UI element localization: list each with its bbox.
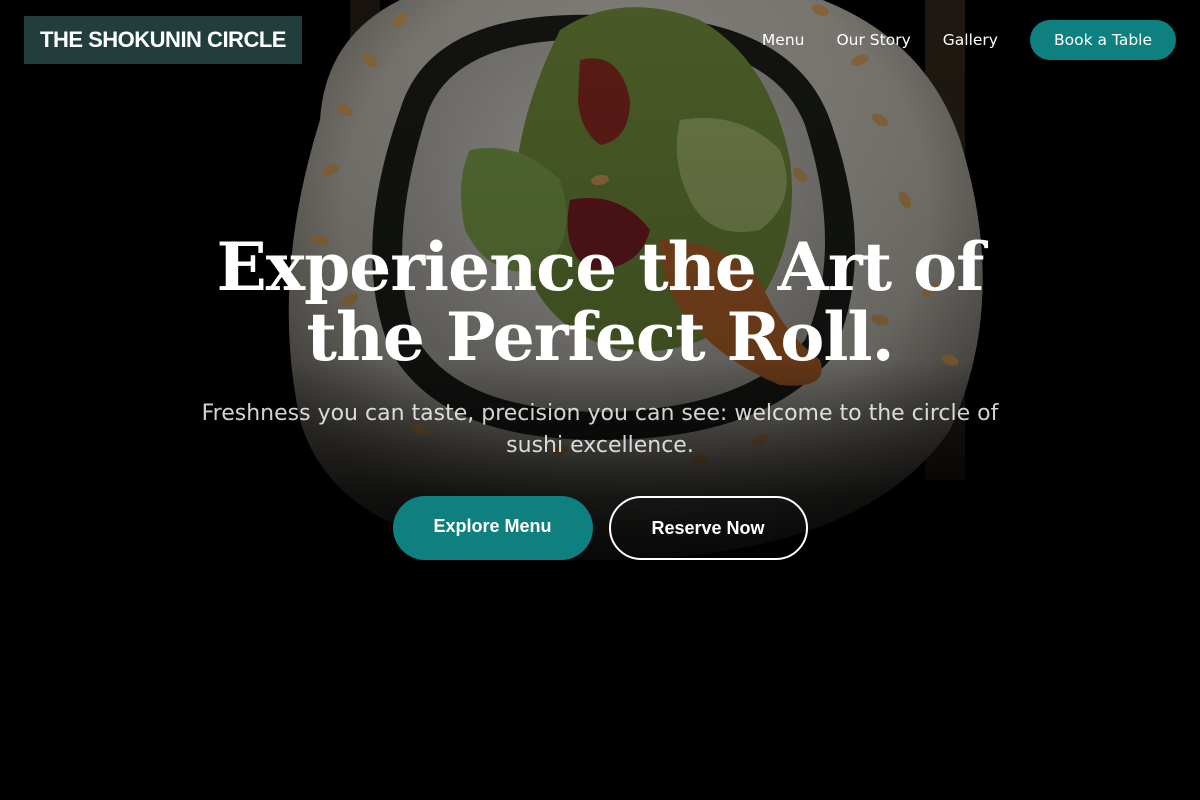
nav-link-gallery[interactable]: Gallery [943,31,998,49]
book-table-button[interactable]: Book a Table [1029,20,1176,60]
hero-actions: Explore Menu Reserve Now [0,496,1200,560]
nav-link-menu[interactable]: Menu [762,31,805,49]
hero-section: Experience the Art of the Perfect Roll. … [0,232,1200,560]
hero-title: Experience the Art of the Perfect Roll. [216,228,984,376]
hero-subtitle: Freshness you can taste, precision you c… [201,401,999,458]
explore-menu-button[interactable]: Explore Menu [392,496,593,560]
reserve-now-button[interactable]: Reserve Now [608,496,808,560]
brand-logo[interactable]: THE SHOKUNIN CIRCLE [24,16,302,64]
main-nav: Menu Our Story Gallery Book a Table [762,20,1176,60]
nav-link-our-story[interactable]: Our Story [836,31,910,49]
